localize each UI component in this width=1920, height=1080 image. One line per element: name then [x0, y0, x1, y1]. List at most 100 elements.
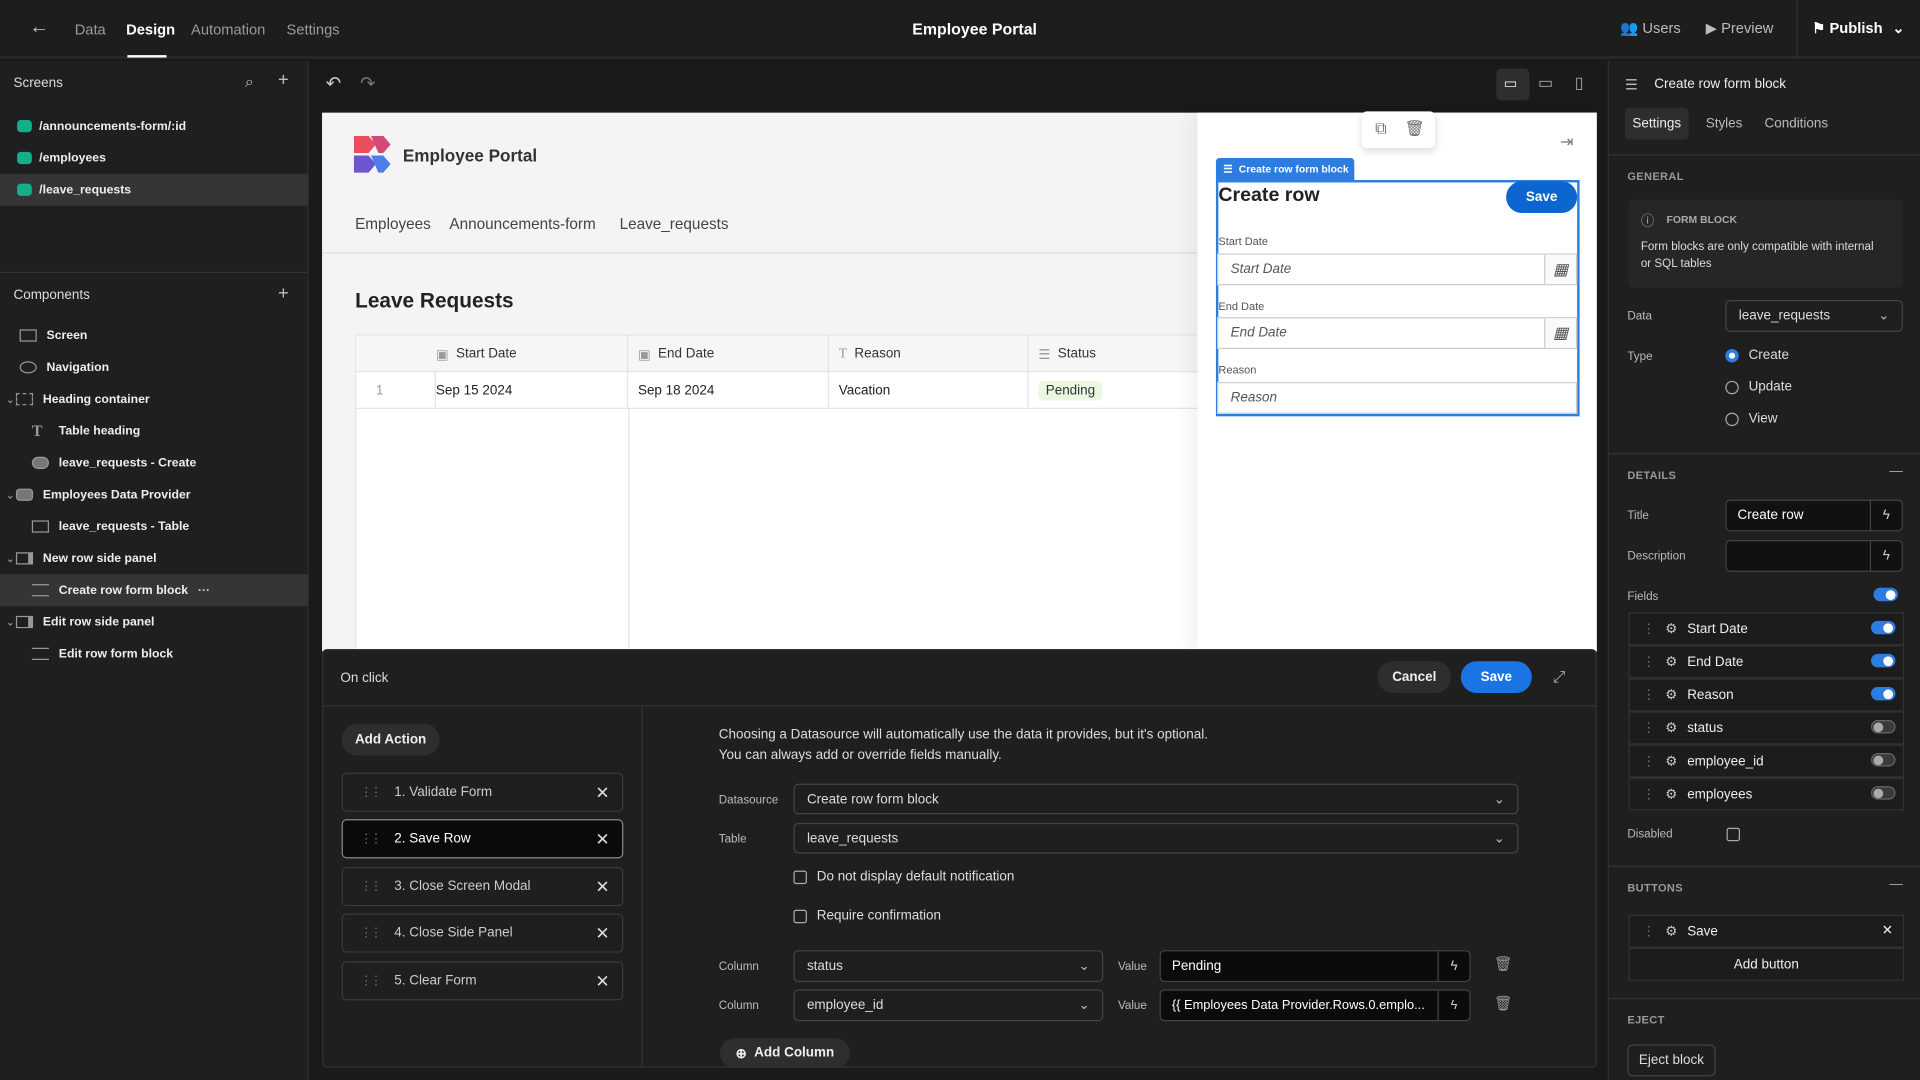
table-select[interactable]: leave_requests ⌄ [793, 822, 1519, 854]
component-item[interactable]: leave_requests - Table [0, 511, 309, 543]
screen-item[interactable]: /announcements-form/:id [0, 110, 309, 142]
tab-settings-panel[interactable]: Settings [1624, 107, 1689, 140]
component-item-selected[interactable]: Create row form block ··· [0, 574, 309, 607]
data-select[interactable]: leave_requests ⌄ [1725, 300, 1903, 332]
nav-leave-requests[interactable]: Leave_requests [620, 216, 729, 233]
desktop-view-button[interactable]: ▭ [1496, 68, 1530, 101]
end-date-input[interactable]: End Date ▦ [1217, 317, 1578, 349]
component-item[interactable]: ⌄ Employees Data Provider [0, 479, 309, 511]
component-item[interactable]: Screen [0, 320, 309, 352]
component-item[interactable]: T Table heading [0, 415, 309, 447]
trash-icon[interactable]: 🗑 [1494, 955, 1513, 972]
no-notification-checkbox[interactable]: Do not display default notification [793, 869, 1014, 884]
nav-employees[interactable]: Employees [355, 216, 431, 233]
type-radio-update[interactable]: Update [1725, 380, 1792, 394]
field-toggle[interactable] [1871, 786, 1896, 800]
collapse-icon[interactable]: — [1889, 464, 1902, 479]
tab-styles[interactable]: Styles [1706, 116, 1743, 131]
gear-icon[interactable]: ⚙ [1665, 621, 1677, 637]
field-toggle[interactable] [1871, 720, 1896, 734]
tab-data[interactable]: Data [75, 21, 106, 38]
start-date-input[interactable]: Start Date ▦ [1217, 253, 1578, 286]
binding-bolt-icon[interactable]: ϟ [1869, 500, 1902, 531]
remove-button-icon[interactable]: ✕ [1882, 922, 1893, 938]
undo-icon[interactable]: ↶ [326, 72, 341, 94]
preview-button[interactable]: ▶ Preview [1706, 20, 1774, 37]
eject-block-button[interactable]: Eject block [1627, 1044, 1716, 1077]
calendar-icon[interactable]: ▦ [1544, 318, 1576, 348]
mobile-view-icon[interactable]: ▯ [1575, 73, 1584, 93]
cell-end-date[interactable]: Sep 18 2024 [628, 372, 829, 408]
column-header-end-date[interactable]: ▣ End Date [628, 335, 829, 373]
field-row[interactable]: ⋮ ⚙ employee_id [1628, 744, 1905, 778]
gear-icon[interactable]: ⚙ [1665, 720, 1677, 736]
tab-automation[interactable]: Automation [191, 21, 265, 38]
action-item-selected[interactable]: ⋮⋮ 2. Save Row ✕ [341, 819, 624, 859]
calendar-icon[interactable]: ▦ [1544, 254, 1576, 285]
field-row[interactable]: ⋮ ⚙ status [1628, 711, 1905, 745]
drag-handle-icon[interactable]: ⋮⋮ [360, 974, 382, 987]
column-header-status[interactable]: ☰ Status [1029, 336, 1214, 373]
drag-handle-icon[interactable]: ⋮⋮ [360, 832, 382, 845]
binding-bolt-icon[interactable]: ϟ [1437, 990, 1470, 1021]
remove-action-icon[interactable]: ✕ [595, 923, 609, 944]
action-item[interactable]: ⋮⋮ 1. Validate Form ✕ [341, 772, 624, 812]
field-row[interactable]: ⋮ ⚙ employees [1628, 777, 1905, 811]
drag-handle-icon[interactable]: ⋮ [1642, 923, 1655, 939]
binding-bolt-icon[interactable]: ϟ [1869, 541, 1902, 571]
more-icon[interactable]: ··· [198, 583, 210, 596]
binding-bolt-icon[interactable]: ϟ [1437, 951, 1470, 981]
field-toggle[interactable] [1871, 653, 1896, 668]
drag-handle-icon[interactable]: ⋮⋮ [360, 880, 382, 893]
fields-toggle[interactable] [1864, 580, 1906, 604]
component-item[interactable]: ⌄ Heading container [0, 383, 309, 415]
nav-announcements-form[interactable]: Announcements-form [449, 216, 595, 233]
action-item[interactable]: ⋮⋮ 4. Close Side Panel ✕ [341, 913, 624, 953]
tablet-view-icon[interactable]: ▭ [1538, 73, 1553, 93]
drag-handle-icon[interactable]: ⋮⋮ [360, 926, 382, 939]
gear-icon[interactable]: ⚙ [1665, 753, 1677, 769]
column-header-start-date[interactable]: ▣ Start Date [356, 335, 629, 373]
field-row[interactable]: ⋮ ⚙ Start Date [1628, 612, 1905, 646]
component-item[interactable]: leave_requests - Create [0, 447, 309, 479]
tab-conditions[interactable]: Conditions [1764, 116, 1828, 131]
add-button[interactable]: Add button [1628, 947, 1905, 981]
drag-handle-icon[interactable]: ⋮ [1642, 621, 1655, 637]
add-component-icon[interactable]: + [278, 283, 289, 304]
require-confirmation-checkbox[interactable]: Require confirmation [793, 909, 941, 923]
remove-action-icon[interactable]: ✕ [595, 782, 609, 803]
component-item[interactable]: Navigation [0, 351, 309, 383]
drag-handle-icon[interactable]: ⋮ [1642, 720, 1655, 736]
trash-icon[interactable]: 🗑 [1494, 994, 1513, 1011]
type-radio-create[interactable]: Create [1725, 348, 1789, 362]
gear-icon[interactable]: ⚙ [1665, 786, 1677, 802]
tab-design[interactable]: Design [126, 21, 175, 38]
button-item-save[interactable]: ⋮ ⚙ Save ✕ [1628, 914, 1905, 948]
screen-item-selected[interactable]: /leave_requests [0, 173, 309, 206]
action-item[interactable]: ⋮⋮ 5. Clear Form ✕ [341, 961, 624, 1001]
form-save-button[interactable]: Save [1506, 181, 1578, 214]
field-toggle[interactable] [1871, 686, 1896, 701]
value-input[interactable]: {{ Employees Data Provider.Rows.0.emplo.… [1159, 989, 1471, 1022]
description-input[interactable]: ϟ [1725, 540, 1903, 572]
collapse-panel-icon[interactable]: ⇥ [1560, 132, 1573, 152]
field-row[interactable]: ⋮ ⚙ Reason [1628, 678, 1905, 712]
column-header-reason[interactable]: T Reason [829, 335, 1029, 373]
remove-action-icon[interactable]: ✕ [595, 829, 609, 850]
tab-settings[interactable]: Settings [287, 21, 340, 38]
component-item[interactable]: ⌄ Edit row side panel [0, 606, 309, 638]
field-row[interactable]: ⋮ ⚙ End Date [1628, 645, 1905, 679]
cancel-button[interactable]: Cancel [1377, 661, 1452, 694]
drag-handle-icon[interactable]: ⋮ [1642, 687, 1655, 703]
cell-reason[interactable]: Vacation [829, 372, 1029, 408]
drag-handle-icon[interactable]: ⋮ [1642, 786, 1655, 802]
remove-action-icon[interactable]: ✕ [595, 971, 609, 992]
drag-handle-icon[interactable]: ⋮ [1642, 753, 1655, 769]
add-column-button[interactable]: ⊕ Add Column [720, 1038, 850, 1068]
gear-icon[interactable]: ⚙ [1665, 687, 1677, 703]
collapse-icon[interactable]: — [1889, 877, 1902, 892]
action-item[interactable]: ⋮⋮ 3. Close Screen Modal ✕ [341, 866, 624, 907]
redo-icon[interactable]: ↷ [360, 72, 375, 94]
value-input[interactable]: Pending ϟ [1159, 950, 1471, 983]
cell-start-date[interactable]: Sep 15 2024 [426, 372, 629, 408]
